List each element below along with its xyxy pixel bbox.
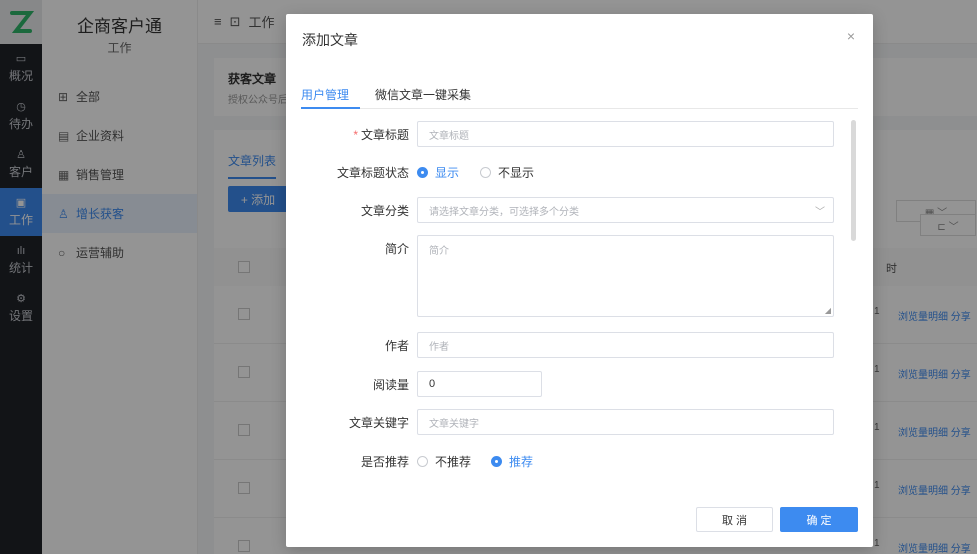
- dialog-tabs: 用户管理 微信文章一键采集: [301, 82, 858, 109]
- cancel-button[interactable]: 取 消: [696, 507, 773, 532]
- required-mark: *: [353, 128, 358, 142]
- recommend-radio-yes[interactable]: 推荐: [491, 453, 533, 470]
- author-input[interactable]: 作者: [417, 332, 834, 358]
- dialog-scrollbar[interactable]: [851, 120, 856, 241]
- resize-handle-icon[interactable]: ◢: [825, 306, 831, 315]
- radio-dot: [417, 456, 428, 467]
- status-radio-show[interactable]: 显示: [417, 164, 459, 181]
- confirm-button[interactable]: 确 定: [780, 507, 858, 532]
- category-label: 文章分类: [360, 204, 409, 218]
- intro-label: 简介: [384, 242, 409, 256]
- tab-active-indicator: [301, 107, 360, 109]
- recommend-radio-no[interactable]: 不推荐: [417, 453, 471, 470]
- keywords-input[interactable]: 文章关键字: [417, 409, 834, 435]
- radio-dot: [417, 167, 428, 178]
- tab-wechat-import[interactable]: 微信文章一键采集: [375, 86, 471, 103]
- form-row-intro: 简介 简介 ◢: [286, 235, 873, 318]
- chevron-down-icon: ﹀: [815, 207, 825, 218]
- form-row-category: 文章分类 请选择文章分类，可选择多个分类 ﹀: [286, 197, 873, 223]
- form-row-status: 文章标题状态 显示 不显示: [286, 159, 873, 185]
- radio-dot: [491, 456, 502, 467]
- form-row-title: * 文章标题 文章标题: [286, 121, 873, 147]
- form-row-author: 作者 作者: [286, 332, 873, 358]
- tab-user-management[interactable]: 用户管理: [301, 86, 349, 103]
- form-row-recommend: 是否推荐 不推荐 推荐: [286, 448, 873, 474]
- radio-dot: [480, 167, 491, 178]
- add-article-dialog: 添加文章 × 用户管理 微信文章一键采集 * 文章标题 文章标题 文章标题状态 显…: [286, 14, 873, 547]
- intro-textarea[interactable]: 简介 ◢: [417, 235, 834, 317]
- close-icon[interactable]: ×: [847, 28, 855, 44]
- author-label: 作者: [384, 339, 409, 353]
- form-row-keywords: 文章关键字 文章关键字: [286, 409, 873, 435]
- status-radio-hide[interactable]: 不显示: [480, 164, 534, 181]
- dialog-title: 添加文章: [302, 32, 358, 48]
- title-input[interactable]: 文章标题: [417, 121, 834, 147]
- recommend-label: 是否推荐: [360, 455, 409, 469]
- form-row-reads: 阅读量 0: [286, 371, 873, 397]
- status-label: 文章标题状态: [336, 166, 409, 180]
- title-label: * 文章标题: [353, 128, 409, 142]
- reads-input[interactable]: 0: [417, 371, 542, 397]
- category-select[interactable]: 请选择文章分类，可选择多个分类 ﹀: [417, 197, 834, 223]
- keywords-label: 文章关键字: [348, 416, 409, 430]
- reads-label: 阅读量: [372, 378, 409, 392]
